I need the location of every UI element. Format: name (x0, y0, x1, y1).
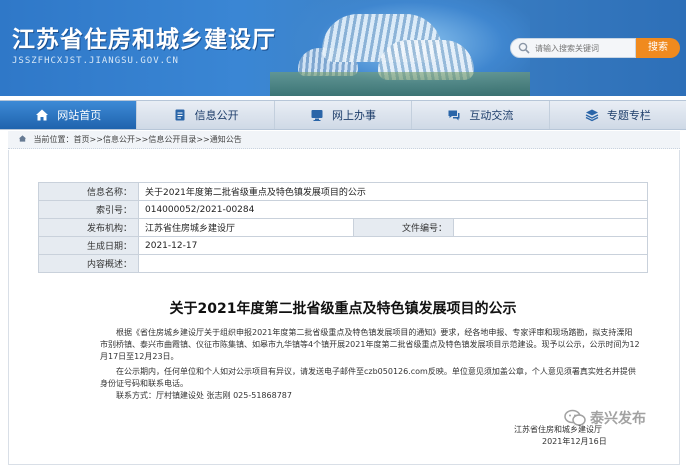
main-nav: 网站首页 信息公开 网上办事 互动交流 专题专栏 (0, 100, 686, 130)
site-url: JSSZFHCXJST.JIANGSU.GOV.CN (12, 56, 179, 66)
table-row: 索引号： 014000052/2021-00284 (38, 200, 648, 219)
article-contact: 联系方式：厅村镇建设处 张志刚 025-51868787 (116, 391, 292, 400)
nav-label: 互动交流 (469, 109, 514, 122)
nav-label: 信息公开 (194, 109, 239, 122)
search-input[interactable] (535, 40, 635, 56)
chat-icon (448, 110, 460, 121)
meta-value: 关于2021年度第二批省级重点及特色镇发展项目的公示 (138, 182, 648, 201)
breadcrumb: 当前位置：首页>>信息公开>>信息公开目录>>通知公告 (8, 131, 680, 149)
search-icon (518, 42, 530, 54)
nav-label: 专题专栏 (606, 109, 651, 122)
meta-label: 索引号： (38, 200, 139, 219)
meta-label: 生成日期： (38, 236, 139, 255)
document-meta-table: 信息名称： 关于2021年度第二批省级重点及特色镇发展项目的公示 索引号： 01… (38, 182, 648, 273)
meta-value: 2021-12-17 (138, 236, 648, 255)
meta-value (138, 254, 648, 273)
table-row: 生成日期： 2021-12-17 (38, 236, 648, 255)
table-row: 内容概述： (38, 254, 648, 273)
meta-value: 江苏省住房城乡建设厅 (138, 218, 354, 237)
table-row: 信息名称： 关于2021年度第二批省级重点及特色镇发展项目的公示 (38, 182, 648, 201)
header-ground (270, 72, 530, 96)
document-icon (175, 109, 185, 121)
nav-item-interaction[interactable]: 互动交流 (412, 101, 550, 129)
signature-date: 2021年12月16日 (542, 437, 607, 446)
nav-item-online-services[interactable]: 网上办事 (275, 101, 413, 129)
search-button[interactable]: 搜索 (636, 38, 680, 58)
article-paragraph: 在公示期内，任何单位和个人如对公示项目有异议，请发送电子邮件至czb050126… (100, 367, 636, 388)
home-icon (18, 135, 27, 142)
breadcrumb-path[interactable]: 当前位置：首页>>信息公开>>信息公开目录>>通知公告 (34, 135, 242, 144)
site-title[interactable]: 江苏省住房和城乡建设厅 (12, 20, 276, 54)
article-title: 关于2021年度第二批省级重点及特色镇发展项目的公示 (169, 301, 517, 317)
search-box[interactable] (510, 38, 636, 58)
nav-label: 网站首页 (57, 109, 102, 122)
nav-item-home[interactable]: 网站首页 (0, 101, 138, 129)
meta-label: 信息名称： (38, 182, 139, 201)
meta-label: 文件编号： (353, 218, 454, 237)
nav-item-special-topics[interactable]: 专题专栏 (550, 101, 686, 129)
article-paragraph: 根据《省住房城乡建设厅关于组织申报2021年度第二批省级重点及特色镇发展项目的通… (100, 328, 640, 361)
nav-label: 网上办事 (332, 109, 377, 122)
home-icon (36, 109, 49, 121)
meta-label: 内容概述： (38, 254, 139, 273)
meta-label: 发布机构： (38, 218, 139, 237)
signature-organization: 江苏省住房和城乡建设厅 (514, 425, 602, 434)
table-row: 发布机构： 江苏省住房城乡建设厅 文件编号： (38, 218, 648, 237)
nav-item-info-disclosure[interactable]: 信息公开 (137, 101, 275, 129)
site-header: 江苏省住房和城乡建设厅 JSSZFHCXJST.JIANGSU.GOV.CN 搜… (0, 0, 686, 96)
monitor-icon (311, 110, 323, 121)
meta-value: 014000052/2021-00284 (138, 200, 648, 219)
layers-icon (585, 109, 599, 122)
meta-value (453, 218, 648, 237)
